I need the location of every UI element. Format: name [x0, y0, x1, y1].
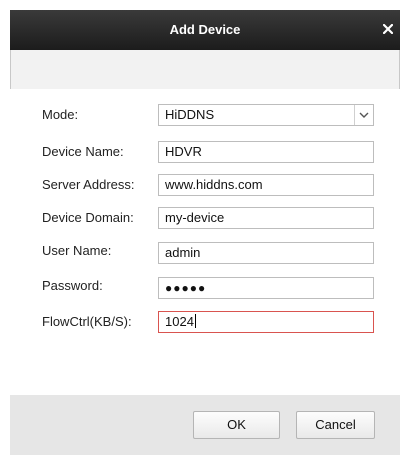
dialog-title: Add Device	[169, 22, 241, 37]
dialog-title-bar: Add Device	[10, 10, 400, 50]
device-name-label: Device Name:	[42, 144, 124, 159]
mode-select[interactable]: HiDDNS	[158, 104, 374, 126]
server-address-field[interactable]: www.hiddns.com	[158, 174, 374, 196]
chevron-down-icon[interactable]	[354, 105, 373, 125]
cancel-button[interactable]: Cancel	[296, 411, 375, 439]
password-label: Password:	[42, 278, 103, 293]
device-domain-label: Device Domain:	[42, 210, 134, 225]
mode-label: Mode:	[42, 107, 79, 122]
close-icon[interactable]	[380, 21, 396, 37]
flowctrl-label: FlowCtrl(KB/S):	[42, 314, 132, 329]
mode-select-value: HiDDNS	[165, 107, 215, 122]
flowctrl-field[interactable]: 1024	[158, 311, 374, 333]
flowctrl-value: 1024	[165, 314, 194, 329]
user-name-label: User Name:	[42, 243, 112, 258]
ok-button[interactable]: OK	[193, 411, 280, 439]
password-field[interactable]: ●●●●●	[158, 277, 374, 299]
text-caret	[194, 314, 196, 328]
device-name-field[interactable]: HDVR	[158, 141, 374, 163]
server-address-label: Server Address:	[42, 177, 135, 192]
device-domain-field[interactable]: my-device	[158, 207, 374, 229]
user-name-field[interactable]: admin	[158, 242, 374, 264]
